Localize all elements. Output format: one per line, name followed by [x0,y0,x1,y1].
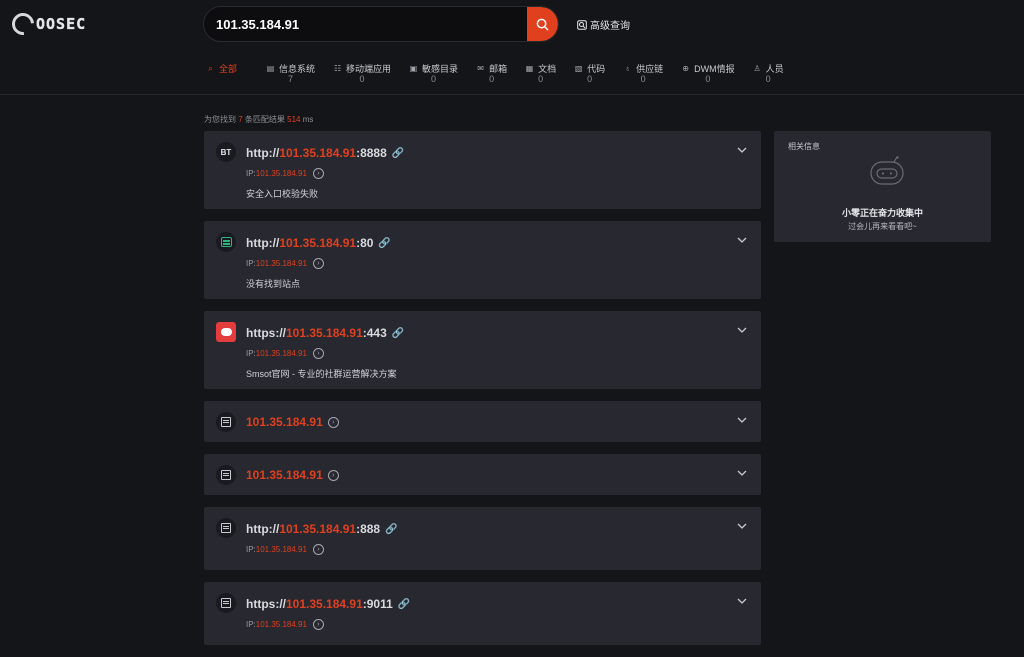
tab-mail[interactable]: ✉ 邮箱 0 [476,62,507,86]
tab-person[interactable]: ♙ 人员 0 [753,62,784,86]
result-url[interactable]: https://101.35.184.91:443 🔗 [246,326,404,340]
tab-count: 0 [538,74,544,84]
logo[interactable]: OOSEC [7,8,87,40]
arrow-circle-icon[interactable]: › [312,258,324,269]
server-icon [216,465,236,485]
robot-icon [870,156,904,185]
search-icon: ⌕ [208,63,213,73]
chevron-down-icon[interactable] [737,325,747,335]
list-icon: ▤ [266,64,275,73]
result-host[interactable]: 101.35.184.91 › [246,415,339,429]
tab-dwm-intel[interactable]: ⊕ DWM情报 0 [681,62,734,86]
tab-count: 0 [431,74,437,84]
chevron-down-icon[interactable] [737,145,747,155]
link-icon[interactable]: 🔗 [385,524,397,535]
tab-sensitive-dir[interactable]: ▣ 敏感目录 0 [409,62,458,86]
panel-header: 相关信息 [788,142,820,151]
top-bar: OOSEC 高级查询 ⌕全部 ▤信息系统 7 ☷移动端应用 0 ▣敏感目录 0 … [0,0,1024,95]
result-ip: IP: 101.35.184.91 › [246,544,324,555]
empty-message: 小零正在奋力收集中 [841,208,923,218]
result-card[interactable]: 101.35.184.91 › [204,401,761,442]
tab-document[interactable]: ▦ 文档 0 [525,62,556,86]
bell-icon: ♁ [624,64,631,73]
advanced-search-icon [577,19,587,30]
related-info-panel: 相关信息 小零正在奋力收集中 过会儿再来看看吧~ [774,131,991,242]
result-url[interactable]: http://101.35.184.91:888 🔗 [246,522,398,536]
result-title: Smsot官网 - 专业的社群运营解决方案 [246,369,397,379]
tab-supply-chain[interactable]: ♁ 供应链 0 [623,62,664,86]
result-card[interactable]: 101.35.184.91 › [204,454,761,495]
server-icon [216,518,236,538]
tab-count: 0 [587,74,593,84]
result-title: 没有找到站点 [246,279,301,289]
link-icon[interactable]: 🔗 [398,599,410,610]
result-card[interactable]: http://101.35.184.91:80 🔗 IP: 101.35.184.… [204,221,761,299]
result-card[interactable]: https://101.35.184.91:9011 🔗 IP: 101.35.1… [204,582,761,645]
code-icon: ▧ [574,64,583,73]
mail-icon: ✉ [477,64,484,73]
doc-icon: ▣ [409,64,418,73]
site-icon [216,232,236,252]
category-tabs: ⌕ 全部 ▤ 信息系统 7 ☷ 移动端应用 0 ▣ 敏感目录 0 ✉ 邮箱 0 ▦ 文档 0… [206,62,802,86]
search-icon [536,18,549,30]
person-icon: ♙ [753,64,761,73]
result-stats: 为您找到 7 条匹配结果 514 ms [204,115,314,124]
advanced-search-label: 高级查询 [590,21,630,32]
link-icon[interactable]: 🔗 [392,148,404,159]
bt-icon: BT [216,142,236,162]
result-ip: IP: 101.35.184.91 › [246,168,324,179]
arrow-circle-icon[interactable]: › [312,168,324,179]
result-ip: IP: 101.35.184.91 › [246,348,324,359]
logo-ring-icon [7,8,39,40]
globe-icon: ⊕ [682,64,689,73]
result-ip: IP: 101.35.184.91 › [246,258,324,269]
arrow-circle-icon[interactable]: › [312,348,324,359]
logo-text: OOSEC [36,15,87,33]
tab-count: 0 [640,74,646,84]
result-card[interactable]: https://101.35.184.91:443 🔗 IP: 101.35.18… [204,311,761,389]
arrow-circle-icon[interactable]: › [312,619,324,630]
tab-count: 0 [489,74,495,84]
tab-all[interactable]: ⌕ 全部 [206,62,237,86]
link-icon[interactable]: 🔗 [378,238,390,249]
result-count: 7 [238,115,243,124]
result-url[interactable]: http://101.35.184.91:8888 🔗 [246,146,404,160]
server-icon [216,412,236,432]
arrow-circle-icon[interactable]: › [327,416,339,428]
search-input[interactable] [204,7,527,41]
chevron-down-icon[interactable] [737,521,747,531]
results-list: BT http://101.35.184.91:8888 🔗 IP: 101.35… [204,131,761,657]
smsot-icon [216,322,236,342]
tab-count: 0 [765,74,771,84]
tab-code[interactable]: ▧ 代码 0 [574,62,605,86]
chevron-down-icon[interactable] [737,468,747,478]
advanced-search-link[interactable]: 高级查询 [577,17,630,32]
chevron-down-icon[interactable] [737,596,747,606]
tab-mobile-app[interactable]: ☷ 移动端应用 0 [333,62,391,86]
file-icon: ▦ [525,64,534,73]
server-icon [216,593,236,613]
query-time: 514 [287,115,301,124]
arrow-circle-icon[interactable]: › [327,469,339,481]
tab-count: 0 [359,74,365,84]
result-title: 安全入口校验失败 [246,189,319,199]
tab-count: 7 [288,74,294,84]
result-ip: IP: 101.35.184.91 › [246,619,324,630]
result-card[interactable]: BT http://101.35.184.91:8888 🔗 IP: 101.35… [204,131,761,209]
result-url[interactable]: http://101.35.184.91:80 🔗 [246,236,391,250]
tab-info-system[interactable]: ▤ 信息系统 7 [266,62,315,86]
bot-icon: ☷ [333,64,342,73]
search-bar [203,6,559,42]
result-card[interactable]: http://101.35.184.91:888 🔗 IP: 101.35.184… [204,507,761,570]
chevron-down-icon[interactable] [737,415,747,425]
tab-count: 0 [705,74,711,84]
chevron-down-icon[interactable] [737,235,747,245]
result-url[interactable]: https://101.35.184.91:9011 🔗 [246,597,410,611]
empty-submessage: 过会儿再来看看吧~ [848,222,917,231]
result-host[interactable]: 101.35.184.91 › [246,468,339,482]
link-icon[interactable]: 🔗 [392,328,404,339]
search-button[interactable] [527,7,558,41]
arrow-circle-icon[interactable]: › [312,544,324,555]
